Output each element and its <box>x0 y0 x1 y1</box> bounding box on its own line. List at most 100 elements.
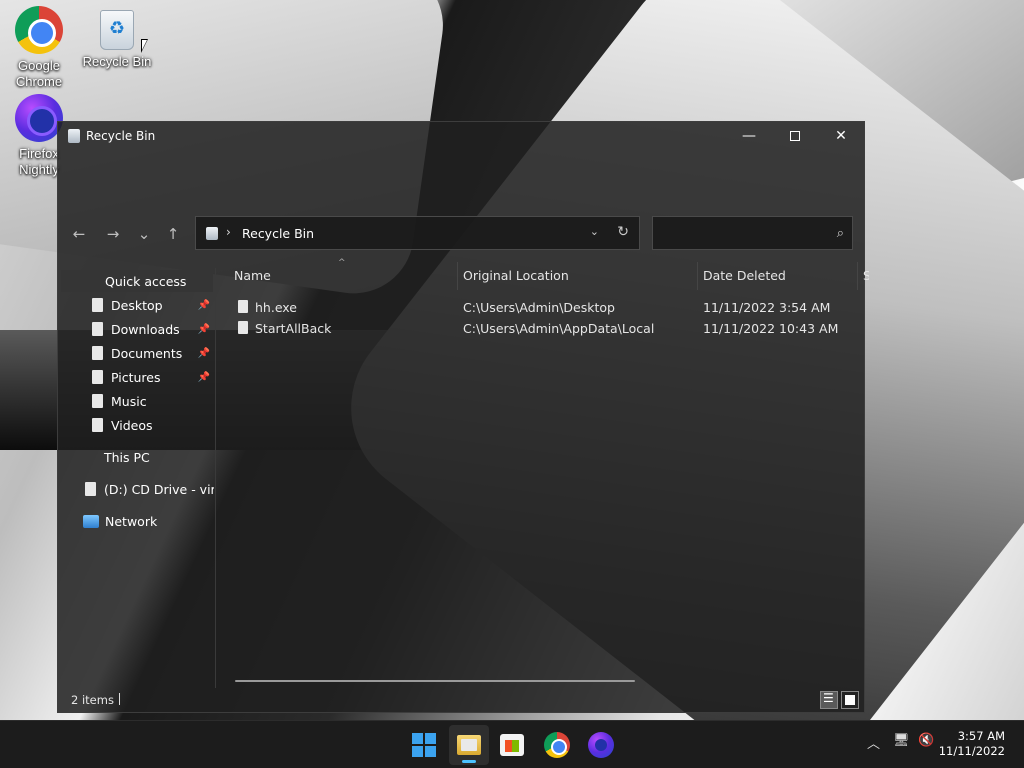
window-title: Recycle Bin <box>86 129 156 143</box>
sidebar-item-label: Quick access <box>105 273 187 289</box>
sidebar-item-label: This PC <box>104 449 150 465</box>
sidebar-item-label: Music <box>111 393 147 409</box>
table-row[interactable]: hh.exe C:\Users\Admin\Desktop 11/11/2022… <box>220 297 864 318</box>
column-header-original-location[interactable]: Original Location <box>463 268 569 283</box>
details-view-button[interactable] <box>820 691 838 709</box>
desktop-icon-label: Google <box>18 58 60 73</box>
breadcrumb-recycle-bin[interactable]: Recycle Bin <box>242 226 314 241</box>
firefox-nightly-icon <box>15 94 63 142</box>
maximize-button[interactable] <box>772 122 818 150</box>
taskbar: ︿ 🖥 🔇 3:57 AM 11/11/2022 <box>0 720 1024 768</box>
column-divider[interactable] <box>857 262 858 290</box>
file-icon <box>85 482 96 496</box>
chrome-icon <box>544 732 570 758</box>
original-location: C:\Users\Admin\AppData\Local <box>463 321 655 336</box>
active-indicator <box>462 760 476 763</box>
network-icon <box>83 514 99 528</box>
sidebar-item-desktop[interactable]: Desktop 📌 <box>58 294 214 316</box>
large-icons-view-button[interactable] <box>841 691 859 709</box>
up-button[interactable]: ↑ <box>160 222 186 246</box>
desktop-icon-chrome[interactable]: Google Chrome <box>0 6 78 90</box>
file-name: hh.exe <box>255 300 297 315</box>
breadcrumb-separator: › <box>226 225 231 239</box>
title-bar[interactable]: Recycle Bin — ✕ <box>58 122 864 150</box>
original-location: C:\Users\Admin\Desktop <box>463 300 615 315</box>
column-divider[interactable] <box>697 262 698 290</box>
taskbar-google-chrome[interactable] <box>537 725 577 765</box>
address-dropdown-button[interactable]: ⌄ <box>590 225 599 238</box>
recycle-bin-icon <box>100 10 134 50</box>
sidebar-item-music[interactable]: Music <box>58 390 214 412</box>
network-icon[interactable]: 🖥 <box>893 733 910 748</box>
refresh-button[interactable]: ↻ <box>617 224 629 240</box>
pin-icon: 📌 <box>197 347 210 359</box>
navigation-pane: Quick access Desktop 📌 Downloads 📌 Docum… <box>58 268 216 688</box>
column-divider[interactable] <box>457 262 458 290</box>
taskbar-firefox-nightly[interactable] <box>581 725 621 765</box>
sidebar-item-label: Network <box>105 513 158 529</box>
desktop-icon-recycle-bin[interactable]: Recycle Bin <box>78 6 156 70</box>
sidebar-item-label: Desktop <box>111 297 163 313</box>
clock[interactable]: 3:57 AM 11/11/2022 <box>939 729 1005 759</box>
status-bar: 2 items <box>58 688 864 712</box>
chrome-icon <box>15 6 63 54</box>
file-icon <box>92 322 103 336</box>
table-row[interactable]: StartAllBack C:\Users\Admin\AppData\Loca… <box>220 318 864 339</box>
file-list: ^ Name Original Location Date Deleted S … <box>220 258 869 688</box>
file-icon <box>92 418 103 432</box>
maximize-icon <box>790 131 800 141</box>
date-deleted: 11/11/2022 3:54 AM <box>703 300 831 315</box>
date-deleted: 11/11/2022 10:43 AM <box>703 321 839 336</box>
column-header-date-deleted[interactable]: Date Deleted <box>703 268 786 283</box>
file-icon <box>92 370 103 384</box>
file-icon <box>238 300 248 313</box>
sidebar-item-this-pc[interactable]: This PC <box>58 446 214 468</box>
sidebar-item-quick-access[interactable]: Quick access <box>61 270 213 292</box>
sidebar-item-label: Videos <box>111 417 153 433</box>
file-icon <box>92 298 103 312</box>
clock-time: 3:57 AM <box>957 729 1005 743</box>
taskbar-file-explorer[interactable] <box>449 725 489 765</box>
sidebar-item-network[interactable]: Network <box>58 510 214 532</box>
sidebar-item-documents[interactable]: Documents 📌 <box>58 342 214 364</box>
desktop-icon-label: Recycle Bin <box>82 54 152 69</box>
recycle-bin-icon <box>68 129 80 143</box>
microsoft-store-icon <box>500 734 524 756</box>
desktop-icon-label: Chrome <box>15 74 63 89</box>
search-icon: ⌕ <box>836 226 844 241</box>
sort-ascending-icon: ^ <box>338 258 346 268</box>
taskbar-microsoft-store[interactable] <box>492 725 532 765</box>
close-button[interactable]: ✕ <box>818 122 864 150</box>
mouse-cursor <box>141 39 148 53</box>
address-bar[interactable]: › Recycle Bin ⌄ ↻ <box>195 216 640 250</box>
column-header-name[interactable]: Name <box>234 268 271 283</box>
firefox-nightly-icon <box>588 732 614 758</box>
file-icon <box>238 321 248 334</box>
show-hidden-icons-button[interactable]: ︿ <box>867 733 880 752</box>
file-icon <box>92 346 103 360</box>
column-header-size[interactable]: S <box>863 268 869 283</box>
recent-locations-button[interactable]: ⌄ <box>131 222 157 246</box>
pin-icon: 📌 <box>197 371 210 383</box>
explorer-window: Recycle Bin — ✕ ← → ⌄ ↑ › Recycle Bin ⌄ … <box>57 121 869 713</box>
recycle-bin-icon <box>206 227 218 240</box>
file-explorer-icon <box>457 735 481 755</box>
sidebar-item-downloads[interactable]: Downloads 📌 <box>58 318 214 340</box>
back-button[interactable]: ← <box>66 222 92 246</box>
sidebar-item-label: Downloads <box>111 321 180 337</box>
forward-button[interactable]: → <box>100 222 126 246</box>
start-button[interactable] <box>404 725 444 765</box>
file-name: StartAllBack <box>255 321 332 336</box>
clock-date: 11/11/2022 <box>938 744 1005 758</box>
minimize-button[interactable]: — <box>726 122 772 150</box>
sidebar-item-pictures[interactable]: Pictures 📌 <box>58 366 214 388</box>
volume-muted-icon[interactable]: 🔇 <box>918 733 934 748</box>
file-icon <box>92 394 103 408</box>
sidebar-item-videos[interactable]: Videos <box>58 414 214 436</box>
sidebar-item-cd-drive[interactable]: (D:) CD Drive - virti <box>58 478 214 500</box>
item-count: 2 items <box>71 693 114 707</box>
pin-icon: 📌 <box>197 299 210 311</box>
search-input[interactable]: ⌕ <box>652 216 853 250</box>
horizontal-scrollbar[interactable] <box>235 680 635 682</box>
status-divider <box>119 693 120 705</box>
